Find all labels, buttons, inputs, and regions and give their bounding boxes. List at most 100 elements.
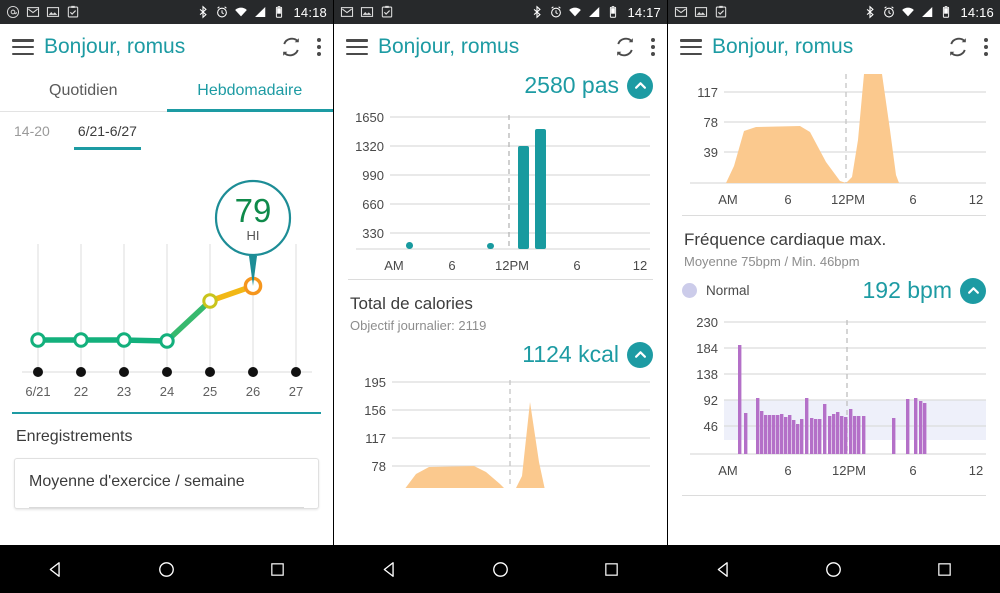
chevron-up-icon <box>634 351 646 358</box>
records-title: Enregistrements <box>16 428 133 445</box>
calories-collapse-button[interactable] <box>627 341 653 368</box>
score-nodes <box>30 276 263 349</box>
record-card-exercise-average[interactable]: Moyenne d'exercice / semaine <box>14 458 319 509</box>
hamburger-icon[interactable] <box>12 39 34 55</box>
heart-rate-chart[interactable]: 230184 13892 46 AM 6 12PM 6 12 <box>668 304 1000 489</box>
back-triangle-icon <box>383 561 394 577</box>
status-bar: 14:16 <box>668 0 1000 24</box>
status-right-icons: 14:16 <box>863 5 994 20</box>
steps-metric-row: 2580 pas <box>334 70 667 99</box>
hamburger-icon[interactable] <box>346 39 368 55</box>
recents-square-icon <box>938 562 951 576</box>
svg-text:195: 195 <box>364 375 386 390</box>
nav-home-button[interactable] <box>811 545 857 593</box>
svg-text:117: 117 <box>365 431 386 446</box>
svg-text:12: 12 <box>633 258 647 273</box>
page-title: Bonjour, romus <box>378 35 520 58</box>
svg-text:12: 12 <box>969 192 983 207</box>
nav-home-button[interactable] <box>478 545 524 593</box>
heart-rate-title: Fréquence cardiaque max. <box>684 230 887 249</box>
svg-text:1320: 1320 <box>355 139 384 154</box>
status-time: 14:18 <box>293 4 327 20</box>
app-bar: Bonjour, romus <box>0 24 333 70</box>
tab-hebdomadaire[interactable]: Hebdomadaire <box>166 70 334 112</box>
axis-x-labels: AM 6 12PM 6 12 <box>718 192 983 207</box>
alarm-icon <box>217 6 228 18</box>
refresh-icon[interactable] <box>613 35 637 59</box>
axis-y-labels: 230 184 138 92 46 <box>696 315 718 434</box>
app-bar-actions <box>279 35 321 59</box>
steps-value: 2580 pas <box>524 72 619 98</box>
status-time: 14:17 <box>627 4 661 20</box>
week-item-previous[interactable]: 14-20 <box>0 112 64 150</box>
battery-icon <box>276 6 283 18</box>
axis-x-labels: 6/21 22 23 24 25 26 27 <box>25 384 303 399</box>
home-circle-icon <box>826 561 842 577</box>
nav-recents-button[interactable] <box>255 545 301 593</box>
week-item-current[interactable]: 6/21-6/27 <box>64 112 151 150</box>
status-bar: 14:17 <box>334 0 667 24</box>
svg-text:26: 26 <box>246 384 260 399</box>
calories-metric-row: 1124 kcal <box>334 333 667 368</box>
nav-back-button[interactable] <box>367 545 413 593</box>
calories-value: 1124 kcal <box>522 341 619 367</box>
battery-icon <box>943 6 950 18</box>
bluetooth-icon <box>867 5 875 19</box>
svg-text:156: 156 <box>364 403 386 418</box>
app-bar-actions <box>946 35 988 59</box>
bluetooth-icon <box>200 5 208 19</box>
calories-top-chart[interactable]: 117 78 39 AM 6 12PM 6 12 <box>668 70 1000 215</box>
kebab-menu-icon[interactable] <box>317 38 321 56</box>
steps-collapse-button[interactable] <box>627 72 653 99</box>
phone-screen-weekly: 14:18 Bonjour, romus Quotidien Hebdomada… <box>0 0 334 593</box>
svg-text:12PM: 12PM <box>495 258 529 273</box>
status-time: 14:16 <box>960 4 994 20</box>
back-triangle-icon <box>717 561 728 577</box>
nav-back-button[interactable] <box>700 545 746 593</box>
home-circle-icon <box>493 561 508 577</box>
wifi-icon <box>569 7 582 17</box>
screenshot-root: 14:18 Bonjour, romus Quotidien Hebdomada… <box>0 0 1000 593</box>
svg-text:6: 6 <box>909 463 916 478</box>
svg-text:25: 25 <box>203 384 217 399</box>
refresh-icon[interactable] <box>946 35 970 59</box>
records-section: Enregistrements <box>0 414 333 446</box>
axis-x-labels: AM 6 12PM 6 12 <box>384 258 647 273</box>
steps-chart[interactable]: 1650 1320 990 660 330 AM 6 12PM 6 12 <box>334 99 667 279</box>
svg-text:39: 39 <box>704 145 718 160</box>
refresh-icon[interactable] <box>279 35 303 59</box>
calories-chart[interactable]: 195 156 117 78 <box>334 368 667 488</box>
hamburger-icon[interactable] <box>680 39 702 55</box>
svg-text:6: 6 <box>573 258 580 273</box>
nav-home-button[interactable] <box>144 545 190 593</box>
heart-rate-collapse-button[interactable] <box>960 277 986 304</box>
nav-recents-button[interactable] <box>589 545 635 593</box>
kebab-menu-icon[interactable] <box>651 38 655 56</box>
week-selector: 14-20 6/21-6/27 <box>0 112 333 150</box>
mail-icon <box>674 7 688 17</box>
chart-gridlines <box>37 244 297 372</box>
score-bubble: 79 HI <box>214 179 292 286</box>
alarm-icon <box>551 6 562 18</box>
svg-text:AM: AM <box>384 258 404 273</box>
svg-text:78: 78 <box>372 459 386 474</box>
chevron-up-icon <box>967 287 979 294</box>
nav-recents-button[interactable] <box>922 545 968 593</box>
image-icon <box>360 7 374 17</box>
score-line <box>35 283 256 344</box>
svg-text:138: 138 <box>696 367 718 382</box>
nav-back-button[interactable] <box>33 545 79 593</box>
weekly-score-chart[interactable]: 6/21 22 23 24 25 26 27 79 HI <box>0 150 333 406</box>
back-triangle-icon <box>49 561 60 577</box>
tab-quotidien[interactable]: Quotidien <box>0 70 167 111</box>
heart-rate-metric: 192 bpm <box>862 277 986 304</box>
android-nav-bar <box>0 545 333 593</box>
image-icon <box>694 7 708 17</box>
calories-title: Total de calories <box>350 294 473 313</box>
calories-top-area <box>726 74 899 183</box>
image-icon <box>46 7 60 17</box>
phone-screen-heart-rate: 14:16 Bonjour, romus 117 78 39 AM 6 12PM… <box>668 0 1000 593</box>
kebab-menu-icon[interactable] <box>984 38 988 56</box>
svg-text:184: 184 <box>696 341 718 356</box>
period-tabs: Quotidien Hebdomadaire <box>0 70 333 112</box>
